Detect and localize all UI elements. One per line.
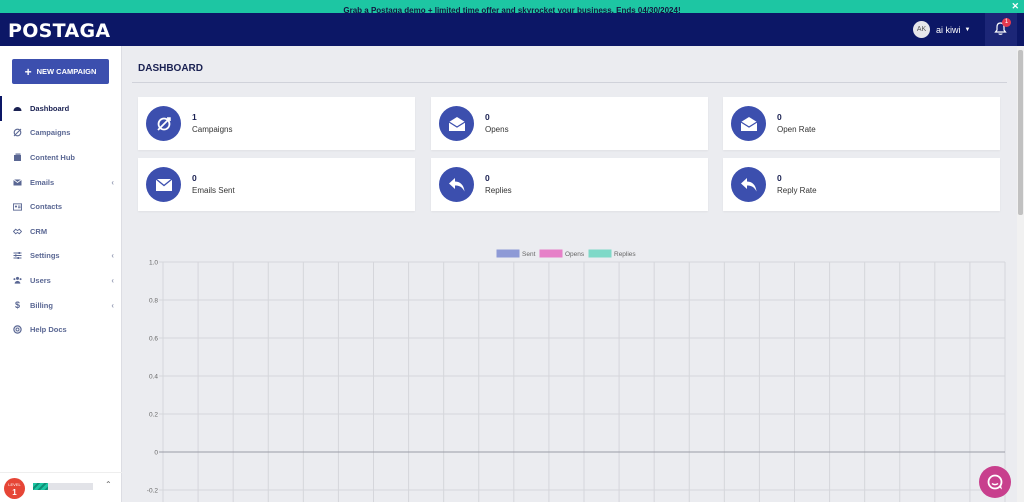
sidebar-item-label: Billing (30, 300, 53, 310)
sidebar-item-label: Settings (30, 251, 60, 261)
content-hub-icon (13, 153, 22, 162)
stat-value: 0 (777, 173, 782, 183)
sidebar-item-dashboard[interactable]: Dashboard (0, 96, 122, 121)
open-envelope-icon (439, 106, 474, 141)
stat-label: Emails Sent (192, 186, 235, 195)
stat-value: 0 (485, 112, 490, 122)
sidebar-item-label: Dashboard (30, 103, 70, 113)
sidebar-nav: Dashboard Campaigns Content Hub Emails ‹… (0, 96, 122, 342)
caret-down-icon: ▼ (964, 26, 971, 33)
avatar: AK (913, 21, 930, 38)
campaigns-icon (146, 106, 181, 141)
level-value: 1 (12, 488, 17, 497)
sidebar-item-settings[interactable]: Settings ‹ (0, 244, 122, 269)
chevron-left-icon: ‹ (111, 300, 114, 310)
chevron-left-icon: ‹ (111, 251, 114, 261)
scrollbar-thumb[interactable] (1018, 50, 1023, 215)
dollar-icon: $ (14, 300, 20, 311)
level-label: LEVEL (8, 482, 21, 487)
envelope-icon (13, 178, 22, 187)
envelope-icon (146, 167, 181, 202)
sidebar: + NEW CAMPAIGN Dashboard Campaigns Conte… (0, 46, 122, 502)
stat-value: 1 (192, 112, 197, 122)
user-menu[interactable]: AK ai kiwi ▼ (913, 21, 970, 38)
stat-value: 0 (485, 173, 490, 183)
sidebar-item-campaigns[interactable]: Campaigns (0, 121, 122, 146)
stat-label: Open Rate (777, 125, 816, 134)
stat-label: Replies (485, 186, 512, 195)
open-envelope-icon (731, 106, 766, 141)
promo-banner: Grab a Postaga demo + limited time offer… (0, 0, 1024, 15)
chevron-left-icon: ‹ (111, 177, 114, 187)
settings-icon (13, 251, 22, 260)
notification-badge: 1 (1002, 18, 1011, 27)
sidebar-item-label: Help Docs (30, 325, 67, 335)
page-scrollbar[interactable] (1017, 46, 1024, 502)
sidebar-item-emails[interactable]: Emails ‹ (0, 170, 122, 195)
crm-icon (13, 227, 22, 236)
stat-label: Reply Rate (777, 186, 817, 195)
stat-card-opens: 0 Opens (431, 97, 708, 150)
stat-card-reply-rate: 0 Reply Rate (723, 158, 1000, 211)
sidebar-item-users[interactable]: Users ‹ (0, 268, 122, 293)
page-title: DASHBOARD (138, 63, 203, 74)
sidebar-item-contacts[interactable]: Contacts (0, 194, 122, 219)
plus-icon: + (24, 64, 32, 79)
close-icon[interactable]: ✕ (1011, 0, 1019, 13)
level-progress-fill (33, 483, 48, 490)
users-icon (13, 276, 22, 285)
top-navbar: POSTAGA AK ai kiwi ▼ 1 (0, 13, 1024, 46)
sidebar-item-label: Users (30, 275, 51, 285)
reply-icon (731, 167, 766, 202)
help-icon (13, 325, 22, 334)
chevron-left-icon: ‹ (111, 275, 114, 285)
level-progress-bar (33, 483, 93, 490)
sidebar-item-label: CRM (30, 226, 48, 236)
stat-card-replies: 0 Replies (431, 158, 708, 211)
chat-button[interactable] (979, 466, 1011, 498)
sidebar-item-crm[interactable]: CRM (0, 219, 122, 244)
new-campaign-button[interactable]: + NEW CAMPAIGN (12, 59, 109, 84)
sidebar-item-label: Campaigns (30, 128, 71, 138)
sidebar-item-help-docs[interactable]: Help Docs (0, 317, 122, 342)
stat-value: 0 (777, 112, 782, 122)
stat-card-emails-sent: 0 Emails Sent (138, 158, 415, 211)
contacts-icon (13, 202, 22, 211)
notifications-button[interactable]: 1 (985, 13, 1017, 46)
logo[interactable]: POSTAGA (8, 20, 110, 42)
sidebar-item-label: Contacts (30, 202, 63, 212)
main-content: DASHBOARD 1 Campaigns 0 Opens 0 Open Rat… (122, 46, 1017, 502)
stat-card-campaigns: 1 Campaigns (138, 97, 415, 150)
sidebar-item-label: Emails (30, 177, 55, 187)
title-divider (132, 82, 1007, 83)
stat-label: Campaigns (192, 125, 233, 134)
stat-label: Opens (485, 125, 509, 134)
chat-icon (987, 474, 1003, 490)
level-badge: LEVEL 1 (4, 478, 25, 499)
stat-card-open-rate: 0 Open Rate (723, 97, 1000, 150)
chevron-up-icon[interactable]: ⌃ (105, 480, 112, 489)
sidebar-item-label: Content Hub (30, 152, 75, 162)
level-widget[interactable]: LEVEL 1 ⌃ (0, 472, 122, 502)
sidebar-item-content-hub[interactable]: Content Hub (0, 145, 122, 170)
user-name: ai kiwi (936, 24, 961, 35)
reply-icon (439, 167, 474, 202)
campaigns-icon (13, 128, 22, 137)
sidebar-item-billing[interactable]: $ Billing ‹ (0, 293, 122, 318)
new-campaign-label: NEW CAMPAIGN (36, 67, 97, 76)
dashboard-icon (13, 104, 22, 113)
stat-value: 0 (192, 173, 197, 183)
